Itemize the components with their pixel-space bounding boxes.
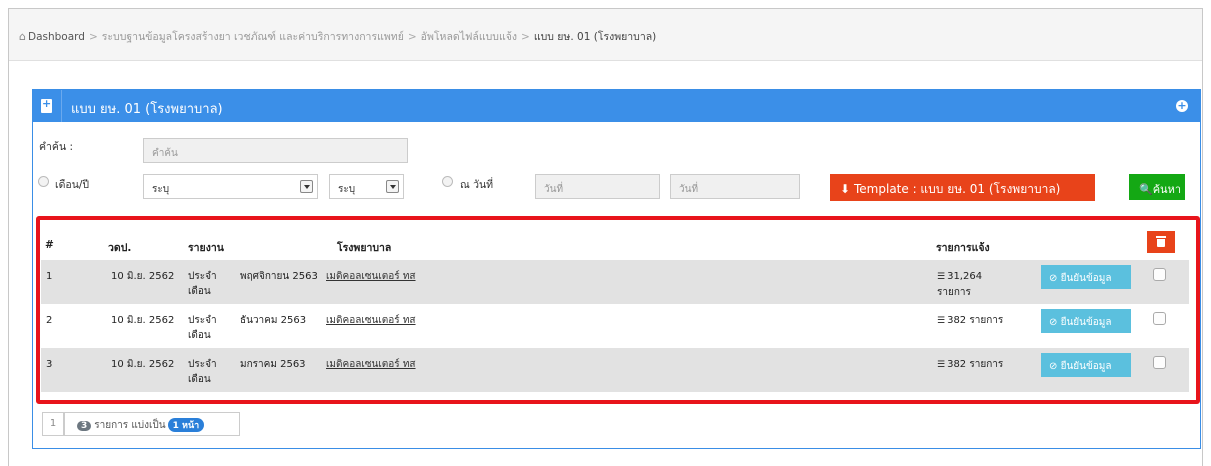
list-icon: ☰ bbox=[937, 272, 946, 282]
list-icon: ☰ bbox=[937, 316, 946, 326]
breadcrumb-current: แบบ ยษ. 01 (โรงพยาบาล) bbox=[533, 31, 657, 43]
confirm-button[interactable]: ⊘ ยืนยันข้อมูล bbox=[1041, 353, 1131, 377]
hospital-link[interactable]: เมดิคอลเซนเตอร์ ทส bbox=[326, 313, 416, 328]
year-select[interactable]: ระบุ bbox=[329, 174, 404, 199]
panel-title: แบบ ยษ. 01 (โรงพยาบาล) bbox=[71, 102, 223, 117]
check-circle-icon: ⊘ bbox=[1049, 273, 1058, 284]
col-date: วดป. bbox=[108, 242, 132, 254]
year-select-value: ระบุ bbox=[338, 184, 356, 195]
hospital-link[interactable]: เมดิคอลเซนเตอร์ ทส bbox=[326, 269, 416, 284]
search-label: คำค้น : bbox=[39, 141, 73, 153]
row-checkbox[interactable] bbox=[1153, 268, 1166, 281]
breadcrumb-separator: > bbox=[88, 31, 98, 43]
table-header: # วดป. รายงาน โรงพยาบาล รายการแจ้ง bbox=[45, 239, 1185, 261]
month-select-value: ระบุ bbox=[152, 184, 170, 195]
pagination-info: 3 รายการ แบ่งเป็น 1 หน้า bbox=[64, 412, 240, 436]
breadcrumb-separator: > bbox=[521, 31, 530, 43]
row-num: 2 bbox=[46, 315, 53, 326]
hospital-link[interactable]: เมดิคอลเซนเตอร์ ทส bbox=[326, 357, 416, 372]
confirm-label: ยืนยันข้อมูล bbox=[1060, 361, 1112, 372]
row-num: 3 bbox=[46, 359, 53, 370]
row-items: ☰ 382 รายการ bbox=[937, 357, 1003, 373]
table-row: 1 10 มิ.ย. 2562 ประจำ เดือน พฤศจิกายน 25… bbox=[41, 260, 1189, 304]
row-type: ประจำ เดือน bbox=[188, 315, 217, 341]
check-circle-icon: ⊘ bbox=[1049, 317, 1058, 328]
row-date: 10 มิ.ย. 2562 bbox=[111, 359, 175, 370]
search-input[interactable]: คำค้น bbox=[143, 138, 408, 163]
col-num: # bbox=[45, 239, 54, 251]
confirm-label: ยืนยันข้อมูล bbox=[1060, 317, 1112, 328]
month-select[interactable]: ระบุ bbox=[143, 174, 318, 199]
confirm-button[interactable]: ⊘ ยืนยันข้อมูล bbox=[1041, 265, 1131, 289]
row-period: ธันวาคม 2563 bbox=[240, 315, 307, 326]
list-icon: ☰ bbox=[937, 360, 946, 370]
table-row: 2 10 มิ.ย. 2562 ประจำ เดือน ธันวาคม 2563… bbox=[41, 304, 1189, 348]
header-divider bbox=[61, 90, 62, 122]
row-items: ☰ 31,264 รายการ bbox=[937, 269, 997, 300]
breadcrumb-separator: > bbox=[407, 31, 417, 43]
template-download-button[interactable]: ⬇ Template : แบบ ยษ. 01 (โรงพยาบาล) bbox=[830, 174, 1095, 201]
date-to-input[interactable]: วันที่ bbox=[670, 174, 800, 199]
search-button-label: ค้นหา bbox=[1152, 183, 1182, 196]
row-items-text: 382 รายการ bbox=[947, 359, 1004, 370]
month-year-radio[interactable] bbox=[38, 176, 49, 187]
search-icon: 🔍 bbox=[1139, 183, 1153, 196]
confirm-button[interactable]: ⊘ ยืนยันข้อมูล bbox=[1041, 309, 1131, 333]
month-year-label: เดือน/ปี bbox=[55, 179, 90, 191]
download-icon: ⬇ bbox=[840, 182, 851, 196]
chevron-down-icon bbox=[386, 180, 399, 193]
breadcrumb-item[interactable]: อัพโหลดไฟล์แบบแจ้ง bbox=[421, 31, 517, 43]
page-count-badge: 1 หน้า bbox=[167, 418, 205, 432]
breadcrumb-home[interactable]: Dashboard bbox=[28, 31, 85, 43]
row-period: มกราคม 2563 bbox=[240, 359, 306, 370]
record-count-badge: 3 bbox=[77, 421, 92, 431]
row-num: 1 bbox=[46, 271, 53, 282]
check-circle-icon: ⊘ bbox=[1049, 361, 1058, 372]
delete-button[interactable] bbox=[1147, 231, 1175, 253]
page-number-button[interactable]: 1 bbox=[42, 412, 64, 436]
row-type: ประจำ เดือน bbox=[188, 359, 217, 385]
date-label: ณ วันที่ bbox=[460, 179, 494, 191]
breadcrumb-item[interactable]: ระบบฐานข้อมูลโครงสร้างยา เวชภัณฑ์ และค่า… bbox=[102, 31, 404, 43]
col-items: รายการแจ้ง bbox=[936, 242, 990, 254]
confirm-label: ยืนยันข้อมูล bbox=[1060, 273, 1112, 284]
page: ⌂ Dashboard > ระบบฐานข้อมูลโครงสร้างยา เวชภ… bbox=[8, 8, 1203, 466]
template-button-label: Template : แบบ ยษ. 01 (โรงพยาบาล) bbox=[854, 182, 1061, 196]
date-from-input[interactable]: วันที่ bbox=[535, 174, 660, 199]
col-hospital: โรงพยาบาล bbox=[337, 242, 392, 254]
search-button[interactable]: 🔍ค้นหา bbox=[1129, 174, 1185, 200]
row-checkbox[interactable] bbox=[1153, 312, 1166, 325]
row-items: ☰ 382 รายการ bbox=[937, 313, 1003, 329]
row-checkbox[interactable] bbox=[1153, 356, 1166, 369]
panel-header: แบบ ยษ. 01 (โรงพยาบาล) + bbox=[33, 90, 1200, 122]
row-period: พฤศจิกายน 2563 bbox=[240, 271, 318, 282]
row-date: 10 มิ.ย. 2562 bbox=[111, 271, 175, 282]
breadcrumb: ⌂ Dashboard > ระบบฐานข้อมูลโครงสร้างยา เวชภ… bbox=[9, 9, 1202, 61]
row-date: 10 มิ.ย. 2562 bbox=[111, 315, 175, 326]
file-add-icon bbox=[41, 97, 52, 113]
row-items-text: 382 รายการ bbox=[947, 315, 1004, 326]
home-icon: ⌂ bbox=[19, 30, 26, 43]
plus-circle-icon[interactable]: + bbox=[1176, 100, 1188, 112]
row-type: ประจำ เดือน bbox=[188, 271, 217, 297]
chevron-down-icon bbox=[300, 180, 313, 193]
date-radio[interactable] bbox=[442, 176, 453, 187]
col-report: รายงาน bbox=[188, 242, 224, 254]
table-row: 3 10 มิ.ย. 2562 ประจำ เดือน มกราคม 2563 … bbox=[41, 348, 1189, 392]
form-panel: แบบ ยษ. 01 (โรงพยาบาล) + คำค้น : คำค้น เ… bbox=[32, 89, 1201, 449]
pagination-text: รายการ แบ่งเป็น bbox=[94, 420, 166, 431]
